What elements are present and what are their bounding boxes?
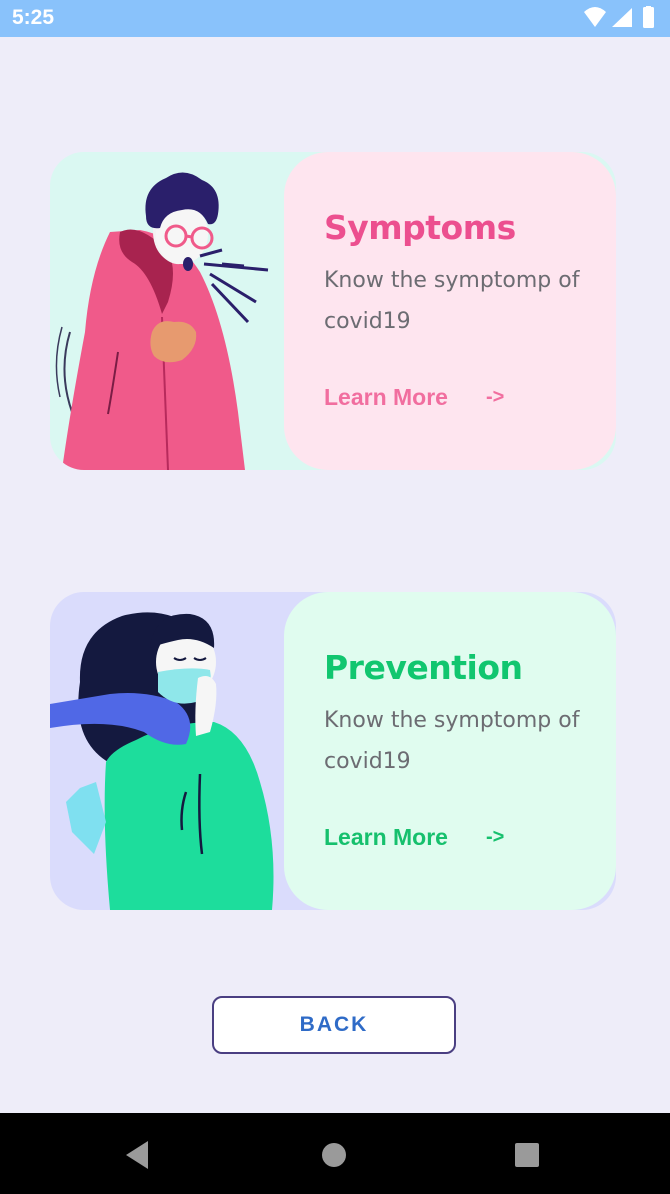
back-triangle-icon[interactable] xyxy=(120,1137,156,1173)
wifi-icon xyxy=(584,7,606,27)
signal-icon xyxy=(612,8,632,27)
prevention-arrow-icon[interactable]: -> xyxy=(486,826,504,849)
navigation-bar xyxy=(0,1113,670,1194)
back-button[interactable]: BACK xyxy=(212,996,456,1054)
symptoms-arrow-icon[interactable]: -> xyxy=(486,386,504,409)
recents-square-icon[interactable] xyxy=(509,1137,545,1173)
symptoms-title: Symptoms xyxy=(324,208,516,247)
symptoms-learn-more-link[interactable]: Learn More xyxy=(324,384,448,411)
symptoms-card[interactable]: Symptoms Know the symptomp of covid19 Le… xyxy=(50,152,616,470)
status-icons xyxy=(584,6,654,28)
prevention-panel: Prevention Know the symptomp of covid19 … xyxy=(284,592,616,910)
prevention-title: Prevention xyxy=(324,648,523,687)
prevention-learn-more-link[interactable]: Learn More xyxy=(324,824,448,851)
battery-icon xyxy=(643,6,654,28)
prevention-card[interactable]: Prevention Know the symptomp of covid19 … xyxy=(50,592,616,910)
symptoms-description: Know the symptomp of covid19 xyxy=(324,268,580,334)
status-time: 5:25 xyxy=(12,6,55,29)
home-circle-icon[interactable] xyxy=(316,1137,352,1173)
symptoms-panel: Symptoms Know the symptomp of covid19 Le… xyxy=(284,152,616,470)
prevention-description: Know the symptomp of covid19 xyxy=(324,708,580,774)
status-bar: 5:25 xyxy=(0,0,670,37)
